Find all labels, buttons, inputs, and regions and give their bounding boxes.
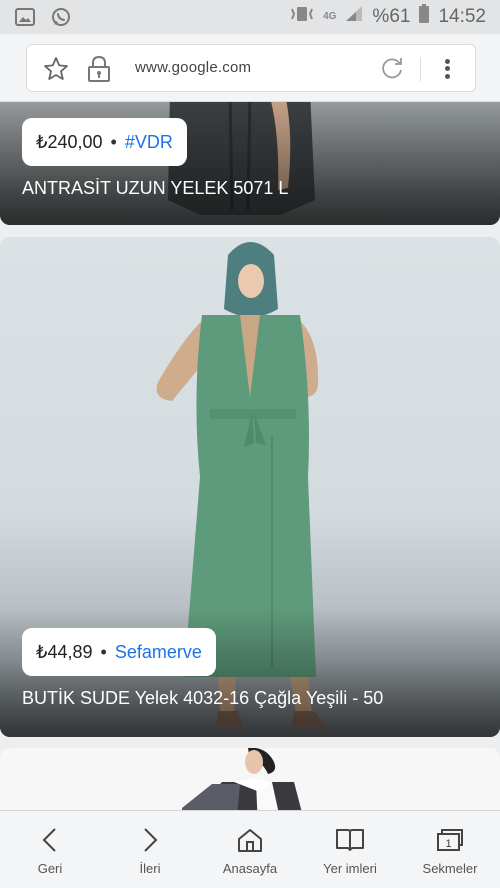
battery-level: %61 — [372, 6, 411, 27]
source-link[interactable]: Sefamerve — [115, 642, 202, 663]
lock-icon[interactable] — [87, 55, 111, 88]
product-card[interactable]: ₺44,89 • Sefamerve BUTİK SUDE Yelek 4032… — [0, 237, 500, 737]
status-bar: 4G %61 14:52 — [0, 0, 500, 34]
price: ₺44,89 — [36, 641, 93, 662]
product-title[interactable]: ANTRASİT UZUN YELEK 5071 L — [22, 178, 288, 199]
nav-label: İleri — [139, 861, 161, 876]
nav-label: Sekmeler — [422, 861, 478, 876]
tabs-icon: 1 — [435, 825, 465, 855]
nav-forward-button[interactable]: İleri — [100, 811, 200, 888]
product-title[interactable]: BUTİK SUDE Yelek 4032-16 Çağla Yeşili - … — [22, 688, 383, 709]
vibrate-icon — [289, 5, 315, 29]
nav-home-button[interactable]: Anasayfa — [200, 811, 300, 888]
price-badge: ₺240,00 • #VDR — [22, 118, 187, 166]
price: ₺240,00 — [36, 131, 103, 152]
forward-icon — [135, 825, 165, 855]
battery-icon — [418, 4, 430, 30]
reload-icon[interactable] — [379, 56, 405, 87]
address-bar[interactable]: www.google.com — [26, 44, 476, 92]
bookmarks-icon — [335, 825, 365, 855]
url-text[interactable]: www.google.com — [135, 59, 251, 76]
source-link[interactable]: #VDR — [125, 132, 173, 153]
signal-icon — [344, 5, 364, 29]
browser-toolbar: www.google.com — [0, 34, 500, 102]
nav-label: Anasayfa — [222, 861, 278, 876]
bottom-navigation: Geri İleri Anasayfa Yer imleri 1 Sekmele… — [0, 810, 500, 888]
whatsapp-icon — [50, 6, 72, 28]
nav-tabs-button[interactable]: 1 Sekmeler — [400, 811, 500, 888]
nav-label: Geri — [37, 861, 63, 876]
more-menu-icon[interactable] — [435, 55, 459, 83]
clock: 14:52 — [438, 6, 486, 27]
gallery-icon — [14, 6, 36, 28]
home-icon — [235, 825, 265, 855]
price-badge: ₺44,89 • Sefamerve — [22, 628, 216, 676]
bookmark-star-icon[interactable] — [43, 56, 69, 87]
back-icon — [35, 825, 65, 855]
network-type: 4G — [323, 11, 337, 22]
nav-label: Yer imleri — [323, 861, 377, 876]
nav-back-button[interactable]: Geri — [0, 811, 100, 888]
svg-text:1: 1 — [445, 838, 451, 850]
product-card[interactable]: ₺240,00 • #VDR ANTRASİT UZUN YELEK 5071 … — [0, 90, 500, 225]
nav-bookmarks-button[interactable]: Yer imleri — [300, 811, 400, 888]
